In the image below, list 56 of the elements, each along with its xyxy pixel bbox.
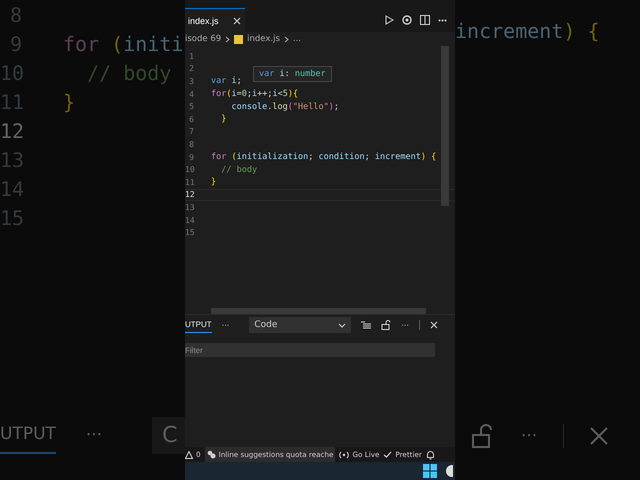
- bubbles-icon: [206, 450, 216, 459]
- code-line: for (initi: [63, 32, 184, 56]
- close-icon[interactable]: [430, 321, 438, 329]
- chevron-right-icon: [225, 36, 230, 42]
- close-icon[interactable]: [232, 16, 241, 24]
- line-number: 15: [185, 228, 194, 238]
- breadcrumb-item[interactable]: ...: [292, 34, 301, 44]
- code-line: // body: [86, 60, 172, 84]
- broadcast-icon: [339, 450, 350, 458]
- line-number: 5: [188, 102, 194, 112]
- more-icon[interactable]: [438, 18, 447, 22]
- check-icon: [383, 451, 392, 458]
- scrollbar[interactable]: [211, 308, 426, 314]
- windows-logo-icon[interactable]: [423, 464, 437, 478]
- code-line: }: [220, 114, 226, 124]
- line-number: 6: [188, 114, 194, 124]
- code-line: for(i=0;i++;i<5){: [211, 89, 298, 100]
- play-icon[interactable]: [385, 15, 394, 25]
- chevron-down-icon: [338, 322, 346, 328]
- bell-icon[interactable]: [426, 450, 435, 460]
- line-number: 10: [185, 165, 194, 174]
- line-number: 12: [185, 190, 194, 200]
- more-button[interactable]: ···: [222, 320, 230, 330]
- filter-field[interactable]: Filter: [185, 343, 435, 357]
- line-number: 9: [188, 152, 194, 162]
- line-number: 2: [188, 64, 194, 74]
- channel-select[interactable]: Code: [249, 317, 352, 333]
- line-number: 14: [185, 216, 194, 225]
- code-line: console.log("Hello");: [230, 102, 339, 112]
- code-line: // body: [220, 164, 258, 175]
- breadcrumb-item[interactable]: isode 69: [185, 34, 222, 44]
- code-line: increment) {: [455, 18, 600, 45]
- output-tab[interactable]: UTPUT: [185, 317, 212, 333]
- line-number: 11: [185, 178, 194, 187]
- scrollbar[interactable]: [441, 46, 449, 206]
- line-number: 12: [0, 118, 22, 142]
- warning-icon: [185, 450, 193, 458]
- unlock-icon[interactable]: [381, 320, 392, 330]
- editor-tab[interactable]: index.js: [185, 8, 245, 32]
- line-number: 13: [185, 202, 194, 212]
- more-button[interactable]: ···: [401, 320, 409, 330]
- js-file-icon: [234, 34, 244, 44]
- code-line: var i;: [211, 76, 242, 86]
- line-number: 3: [188, 76, 194, 86]
- code-line: }: [211, 177, 216, 188]
- breadcrumb-item[interactable]: index.js: [247, 34, 280, 44]
- line-number: 7: [188, 127, 194, 136]
- line-number: 8: [188, 140, 194, 149]
- chevron-right-icon: [284, 36, 289, 42]
- line-number: 4: [188, 90, 194, 99]
- clear-list-icon[interactable]: [361, 320, 372, 330]
- code-line: for (initialization; condition; increment) {: [211, 152, 436, 162]
- line-number: 1: [188, 52, 194, 61]
- split-editor-icon[interactable]: [420, 15, 430, 25]
- code-line: }: [63, 90, 76, 114]
- hover-tooltip: var i: number: [253, 66, 332, 82]
